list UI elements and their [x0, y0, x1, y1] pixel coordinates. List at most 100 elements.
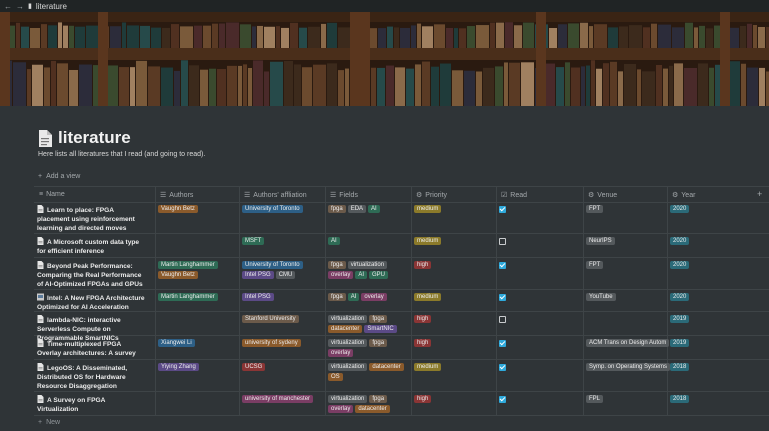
- read-checkbox[interactable]: [499, 294, 506, 301]
- affiliation-cell[interactable]: Stanford University: [242, 315, 322, 323]
- row-title: LegoOS: A Disseminated, Distributed OS f…: [37, 365, 128, 390]
- year-cell[interactable]: 2018: [670, 395, 730, 403]
- column-header-year[interactable]: ⚙ Year: [672, 191, 695, 200]
- fields-cell[interactable]: fpga virtualization overlay AI GPU: [328, 261, 408, 279]
- add-column-button[interactable]: +: [757, 189, 762, 199]
- tag: overlay: [328, 349, 354, 357]
- priority-cell[interactable]: medium: [414, 363, 494, 371]
- year-cell[interactable]: 2019: [670, 339, 730, 347]
- tag: Intel PSG: [242, 293, 274, 301]
- row-name-cell[interactable]: Intel: A New FPGA Architecture Optimized…: [37, 293, 147, 312]
- year-cell[interactable]: 2020: [670, 237, 730, 245]
- column-header-name[interactable]: ≡ Name: [39, 191, 65, 198]
- row-name-cell[interactable]: A Microsoft custom data type for efficie…: [37, 237, 147, 256]
- authors-cell[interactable]: Martin Langhammer Vaughn Betz: [158, 261, 236, 279]
- year-cell[interactable]: 2018: [670, 363, 730, 371]
- tag: EDA: [347, 205, 367, 213]
- back-arrow-icon[interactable]: ←: [4, 2, 12, 11]
- venue-cell[interactable]: FPT: [586, 261, 666, 269]
- venue-cell[interactable]: NeurIPS: [586, 237, 666, 245]
- fields-cell[interactable]: AI: [328, 237, 408, 245]
- table-row[interactable]: LegoOS: A Disseminated, Distributed OS f…: [34, 359, 769, 392]
- table-row[interactable]: Learn to place: FPGA placement using rei…: [34, 201, 769, 234]
- new-row-button[interactable]: + New: [38, 419, 60, 426]
- cover-image[interactable]: [0, 12, 769, 106]
- affiliation-cell[interactable]: UCSG: [242, 363, 322, 371]
- tag: datacenter: [369, 363, 404, 371]
- tag: medium: [414, 363, 442, 371]
- fields-cell[interactable]: virtualization fpga datacenter SmartNIC: [328, 315, 408, 333]
- authors-cell[interactable]: Yiying Zhang: [158, 363, 236, 371]
- page-description[interactable]: Here lists all literatures that I read (…: [38, 151, 205, 158]
- table-row[interactable]: A Survey on FPGA Virtualization universit…: [34, 391, 769, 416]
- column-header-venue[interactable]: ⚙ Venue: [588, 191, 617, 200]
- affiliation-cell[interactable]: Intel PSG: [242, 293, 322, 301]
- read-checkbox[interactable]: [499, 396, 506, 403]
- affiliation-cell[interactable]: University of Toronto: [242, 205, 322, 213]
- table-row[interactable]: A Microsoft custom data type for efficie…: [34, 233, 769, 258]
- fields-cell[interactable]: virtualization datacenter OS: [328, 363, 408, 381]
- year-cell[interactable]: 2020: [670, 293, 730, 301]
- row-name-cell[interactable]: Beyond Peak Performance: Comparing the R…: [37, 261, 147, 289]
- venue-cell[interactable]: YouTube: [586, 293, 666, 301]
- list-icon: ☰: [330, 192, 337, 199]
- authors-cell[interactable]: Martin Langhammer: [158, 293, 236, 301]
- tag: ACM Trans on Design Autom: [586, 339, 670, 347]
- row-name-cell[interactable]: A Survey on FPGA Virtualization: [37, 395, 147, 414]
- read-checkbox[interactable]: [499, 316, 506, 323]
- table-row[interactable]: Beyond Peak Performance: Comparing the R…: [34, 257, 769, 290]
- column-header-authors-affliation[interactable]: ☰ Authors' affliation: [244, 191, 307, 200]
- column-header-fields[interactable]: ☰ Fields: [330, 191, 358, 200]
- affiliation-cell[interactable]: University of Toronto Intel PSG CMU: [242, 261, 322, 279]
- column-header-read[interactable]: ☑ Read: [501, 191, 527, 200]
- read-checkbox[interactable]: [499, 364, 506, 371]
- row-name-cell[interactable]: LegoOS: A Disseminated, Distributed OS f…: [37, 363, 147, 391]
- page-icon: [37, 363, 44, 371]
- priority-cell[interactable]: high: [414, 261, 494, 269]
- priority-cell[interactable]: medium: [414, 237, 494, 245]
- add-view-button[interactable]: + Add a view: [38, 173, 80, 180]
- authors-cell[interactable]: Xiangwei Li: [158, 339, 236, 347]
- authors-cell[interactable]: Vaughn Betz: [158, 205, 236, 213]
- read-checkbox[interactable]: [499, 206, 506, 213]
- priority-cell[interactable]: high: [414, 339, 494, 347]
- fields-cell[interactable]: fpga EDA AI: [328, 205, 408, 213]
- column-header-label: Authors' affliation: [253, 191, 307, 199]
- forward-arrow-icon[interactable]: →: [16, 2, 24, 11]
- venue-cell[interactable]: ACM Trans on Design Autom: [586, 339, 670, 347]
- row-name-cell[interactable]: Time-multiplexed FPGA Overlay architectu…: [37, 339, 147, 358]
- venue-cell[interactable]: Symp. on Operating Systems: [586, 363, 671, 371]
- row-title: Learn to place: FPGA placement using rei…: [37, 207, 135, 232]
- read-checkbox[interactable]: [499, 238, 506, 245]
- year-cell[interactable]: 2020: [670, 205, 730, 213]
- fields-cell[interactable]: virtualization fpga overlay datacenter: [328, 395, 408, 413]
- read-checkbox[interactable]: [499, 262, 506, 269]
- read-checkbox[interactable]: [499, 340, 506, 347]
- table-row[interactable]: Time-multiplexed FPGA Overlay architectu…: [34, 335, 769, 360]
- priority-cell[interactable]: medium: [414, 293, 494, 301]
- venue-cell[interactable]: FPT: [586, 205, 666, 213]
- table-row[interactable]: Intel: A New FPGA Architecture Optimized…: [34, 289, 769, 312]
- table-row[interactable]: lambda-NIC: interactive Serverless Compu…: [34, 311, 769, 342]
- priority-cell[interactable]: medium: [414, 205, 494, 213]
- year-cell[interactable]: 2020: [670, 261, 730, 269]
- affiliation-cell[interactable]: MSFT: [242, 237, 322, 245]
- image-icon: [37, 293, 44, 301]
- tag: fpga: [328, 293, 346, 301]
- venue-cell[interactable]: FPL: [586, 395, 666, 403]
- affiliation-cell[interactable]: university of sydeny: [242, 339, 322, 347]
- row-name-cell[interactable]: Learn to place: FPGA placement using rei…: [37, 205, 147, 233]
- page-title[interactable]: literature: [58, 128, 131, 148]
- priority-cell[interactable]: high: [414, 395, 494, 403]
- tag: overlay: [361, 293, 387, 301]
- year-cell[interactable]: 2019: [670, 315, 730, 323]
- window-title: literature: [35, 1, 67, 11]
- tag: 2018: [670, 395, 690, 403]
- affiliation-cell[interactable]: university of manchester: [242, 395, 322, 403]
- column-header-authors[interactable]: ☰ Authors: [160, 191, 193, 200]
- column-header-priority[interactable]: ⚙ Priority: [416, 191, 447, 200]
- gear-icon: ⚙: [588, 192, 595, 199]
- fields-cell[interactable]: fpga AI overlay: [328, 293, 408, 301]
- fields-cell[interactable]: virtualization fpga overlay: [328, 339, 408, 357]
- priority-cell[interactable]: high: [414, 315, 494, 323]
